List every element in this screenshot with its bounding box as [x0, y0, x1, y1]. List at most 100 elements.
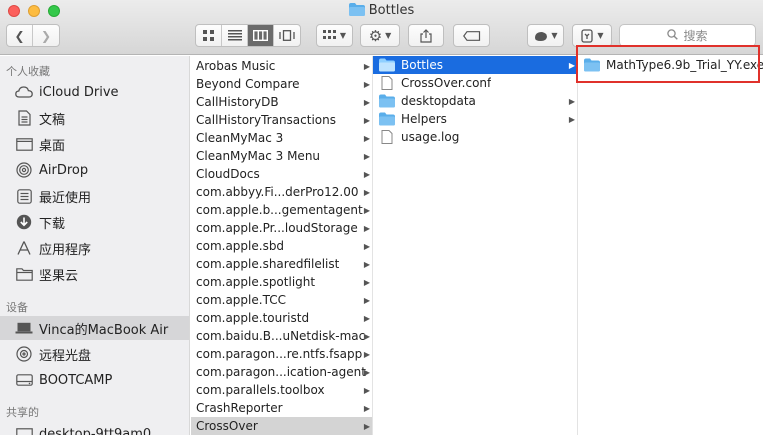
disclosure-arrow-icon: ▶ — [363, 385, 370, 395]
navigation-buttons: ❮ ❯ — [6, 24, 60, 47]
list-item-label: com.paragon...re.ntfs.fsapp — [196, 347, 363, 361]
list-item-label: CleanMyMac 3 — [196, 131, 284, 145]
sidebar-item-shared-pc[interactable]: desktop-9tt9am0 — [0, 422, 189, 435]
list-item[interactable]: com.apple.sbd ▶ — [191, 237, 372, 255]
cover-flow-icon — [279, 30, 295, 41]
list-item[interactable]: CrashReporter ▶ — [191, 399, 372, 417]
sidebar-item-recents[interactable]: 最近使用 — [0, 184, 189, 208]
extension-button[interactable]: ▼ — [527, 24, 564, 47]
sidebar-item-icloud-drive[interactable]: iCloud Drive — [0, 80, 189, 104]
disclosure-arrow-icon: ▶ — [363, 259, 370, 269]
disclosure-arrow-icon: ▶ — [568, 114, 575, 124]
sidebar-item-label: AirDrop — [39, 162, 89, 178]
sidebar-item-remote-disc[interactable]: 远程光盘 — [0, 342, 189, 366]
list-item-label: desktopdata — [401, 94, 476, 108]
list-item-label: CallHistoryTransactions — [196, 113, 336, 127]
list-item[interactable]: com.paragon...re.ntfs.fsapp ▶ — [191, 345, 372, 363]
list-view-button[interactable] — [222, 25, 248, 46]
column-view-button[interactable] — [248, 25, 274, 46]
chevron-down-icon: ▼ — [551, 31, 558, 40]
chevron-down-icon: ▼ — [597, 31, 604, 40]
list-item[interactable]: com.apple.TCC ▶ — [191, 291, 372, 309]
download-icon — [14, 213, 34, 231]
back-button[interactable]: ❮ — [7, 25, 33, 46]
edit-tags-button[interactable] — [453, 24, 490, 47]
window-title: Bottles — [0, 3, 763, 20]
list-item[interactable]: CleanMyMac 3 ▶ — [191, 129, 372, 147]
disclosure-arrow-icon: ▶ — [363, 277, 370, 287]
laptop-icon — [14, 319, 34, 337]
chevron-left-icon: ❮ — [14, 28, 25, 43]
list-item-label: com.paragon...ication-agent — [196, 365, 366, 379]
list-item[interactable]: com.apple.spotlight ▶ — [191, 273, 372, 291]
airdrop-icon — [14, 161, 34, 179]
list-item[interactable]: com.abbyy.Fi...derPro12.00 ▶ — [191, 183, 372, 201]
list-item[interactable]: com.apple.b...gementagent ▶ — [191, 201, 372, 219]
list-item[interactable]: usage.log — [373, 128, 577, 146]
list-item[interactable]: com.apple.sharedfilelist ▶ — [191, 255, 372, 273]
sidebar-item-applications[interactable]: 应用程序 — [0, 236, 189, 260]
list-item[interactable]: com.apple.touristd ▶ — [191, 309, 372, 327]
list-item[interactable]: com.parallels.toolbox ▶ — [191, 381, 372, 399]
shared-heading: 共享的 — [6, 406, 39, 419]
list-item[interactable]: CallHistoryDB ▶ — [191, 93, 372, 111]
chevron-right-icon: ❯ — [40, 28, 52, 43]
view-mode-selector — [195, 24, 301, 47]
search-field[interactable]: 搜索 — [619, 24, 756, 47]
disclosure-arrow-icon: ▶ — [363, 61, 370, 71]
sidebar-item-desktop[interactable]: 桌面 — [0, 132, 189, 156]
icon-view-button[interactable] — [196, 25, 222, 46]
arrange-button[interactable]: ▼ — [316, 24, 353, 47]
list-item-label: com.apple.TCC — [196, 293, 286, 307]
list-item[interactable]: CleanMyMac 3 Menu ▶ — [191, 147, 372, 165]
list-item[interactable]: Beyond Compare ▶ — [191, 75, 372, 93]
disclosure-arrow-icon: ▶ — [363, 169, 370, 179]
list-item-label: com.parallels.toolbox — [196, 383, 325, 397]
search-placeholder: 搜索 — [683, 29, 708, 43]
sidebar-item-macbook[interactable]: Vinca的MacBook Air — [0, 316, 189, 340]
list-item[interactable]: CloudDocs ▶ — [191, 165, 372, 183]
gear-icon: ⚙ — [368, 26, 383, 45]
extension-button-2[interactable]: ▼ — [572, 24, 612, 47]
list-item-label: CrashReporter — [196, 401, 283, 415]
list-item-label: com.apple.spotlight — [196, 275, 316, 289]
disclosure-arrow-icon: ▶ — [363, 349, 370, 359]
list-item-label: CloudDocs — [196, 167, 260, 181]
sidebar-item-downloads[interactable]: 下载 — [0, 210, 189, 234]
sidebar-item-documents[interactable]: 文稿 — [0, 106, 189, 130]
list-item-label: CleanMyMac 3 Menu — [196, 149, 321, 163]
forward-button[interactable]: ❯ — [33, 25, 59, 46]
folder-icon — [379, 94, 395, 108]
list-item[interactable]: Arobas Music ▶ — [191, 57, 372, 75]
sidebar-item-nutstore[interactable]: 坚果云 — [0, 262, 189, 286]
list-item-label: Beyond Compare — [196, 77, 300, 91]
list-view-icon — [227, 30, 242, 41]
list-item[interactable]: CallHistoryTransactions ▶ — [191, 111, 372, 129]
sidebar-item-airdrop[interactable]: AirDrop — [0, 158, 189, 182]
action-button[interactable]: ⚙ ▼ — [360, 24, 400, 47]
list-item[interactable]: com.baidu.B...uNetdisk-mac ▶ — [191, 327, 372, 345]
sidebar-item-label: 最近使用 — [39, 190, 92, 206]
list-item-selected[interactable]: CrossOver ▶ — [191, 417, 372, 435]
sidebar-item-label: 远程光盘 — [39, 348, 92, 364]
disclosure-arrow-icon: ▶ — [363, 187, 370, 197]
chevron-down-icon: ▼ — [339, 31, 347, 40]
list-item[interactable]: com.apple.Pr...loudStorage ▶ — [191, 219, 372, 237]
column-view-icon — [253, 30, 268, 41]
sidebar-item-bootcamp[interactable]: BOOTCAMP — [0, 368, 189, 392]
list-item[interactable]: Helpers ▶ — [373, 110, 577, 128]
list-item-selected[interactable]: Bottles ▶ — [373, 56, 577, 74]
cover-flow-button[interactable] — [274, 25, 300, 46]
desktop-icon — [14, 135, 34, 153]
column-crossover: Bottles ▶ CrossOver.conf desktopdata ▶ H… — [373, 56, 578, 435]
list-item[interactable]: com.paragon...ication-agent ▶ — [191, 363, 372, 381]
list-item-label: usage.log — [401, 130, 460, 144]
network-icon — [14, 425, 34, 435]
list-item-label: com.apple.touristd — [196, 311, 310, 325]
disc-icon — [14, 345, 34, 363]
disclosure-arrow-icon: ▶ — [363, 205, 370, 215]
list-item[interactable]: CrossOver.conf — [373, 74, 577, 92]
list-item-label: com.abbyy.Fi...derPro12.00 — [196, 185, 359, 199]
list-item[interactable]: desktopdata ▶ — [373, 92, 577, 110]
share-button[interactable] — [408, 24, 444, 47]
